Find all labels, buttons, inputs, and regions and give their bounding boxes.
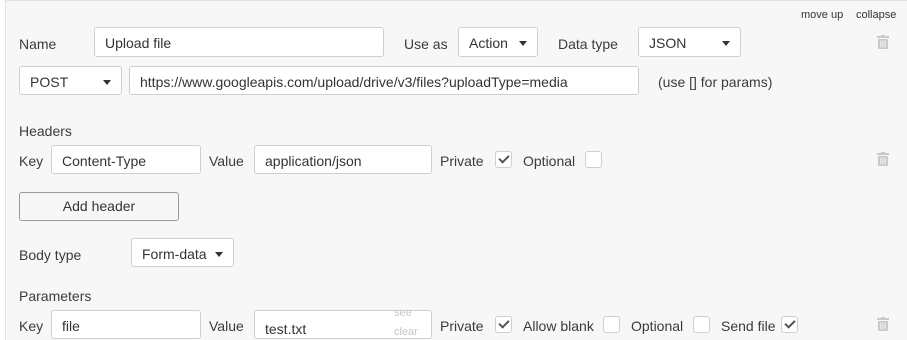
data-type-value: JSON [649, 35, 687, 51]
param-value-label: Value [209, 318, 244, 334]
name-input-value: Upload file [105, 35, 172, 51]
data-type-label: Data type [558, 36, 618, 52]
data-type-dropdown[interactable]: JSON [638, 27, 741, 57]
header-key-label: Key [19, 153, 44, 169]
param-private-checkbox[interactable] [495, 316, 512, 333]
header-value-input[interactable]: application/json [254, 145, 432, 174]
use-as-label: Use as [404, 36, 448, 52]
use-as-dropdown[interactable]: Action [458, 27, 538, 57]
parameters-section-label: Parameters [19, 288, 92, 304]
header-value-label: Value [209, 153, 244, 169]
name-label: Name [19, 36, 57, 52]
param-key-value: file [62, 318, 80, 334]
name-input[interactable]: Upload file [94, 27, 384, 57]
header-value-value: application/json [265, 153, 362, 169]
param-allow-blank-label: Allow blank [523, 318, 594, 334]
param-send-file-checkbox[interactable] [781, 316, 798, 333]
header-key-value: Content-Type [62, 153, 147, 169]
header-private-checkbox[interactable] [495, 151, 512, 168]
param-optional-label: Optional [631, 318, 684, 334]
caret-down-icon [103, 80, 111, 85]
caret-down-icon [215, 252, 223, 257]
header-key-input[interactable]: Content-Type [51, 145, 201, 174]
caret-down-icon [519, 41, 527, 46]
param-send-file-label: Send file [721, 318, 776, 334]
add-header-button[interactable]: Add header [19, 192, 179, 221]
header-private-label: Private [440, 153, 484, 169]
url-params-hint: (use [] for params) [658, 74, 773, 90]
clear-link[interactable]: clear [394, 326, 418, 338]
headers-section-label: Headers [19, 123, 72, 139]
url-input[interactable]: https://www.googleapis.com/upload/drive/… [129, 66, 639, 95]
see-link[interactable]: see [394, 307, 412, 319]
collapse-link[interactable]: collapse [856, 9, 896, 21]
param-allow-blank-checkbox[interactable] [603, 316, 620, 333]
caret-down-icon [722, 41, 730, 46]
trash-icon[interactable] [877, 317, 889, 331]
param-optional-checkbox[interactable] [693, 316, 710, 333]
header-optional-checkbox[interactable] [585, 151, 602, 168]
method-dropdown[interactable]: POST [19, 66, 122, 95]
body-type-label: Body type [19, 247, 82, 263]
move-up-link[interactable]: move up [801, 9, 843, 21]
body-type-value: Form-data [142, 246, 207, 262]
method-value: POST [30, 74, 69, 90]
param-private-label: Private [440, 318, 484, 334]
api-call-panel: move up collapse Name Upload file Use as… [5, 0, 907, 340]
param-key-label: Key [19, 318, 44, 334]
url-value: https://www.googleapis.com/upload/drive/… [140, 74, 568, 90]
trash-icon[interactable] [877, 152, 889, 166]
param-key-input[interactable]: file [51, 310, 201, 339]
body-type-dropdown[interactable]: Form-data [131, 238, 234, 267]
trash-icon[interactable] [877, 35, 889, 49]
header-optional-label: Optional [523, 153, 576, 169]
